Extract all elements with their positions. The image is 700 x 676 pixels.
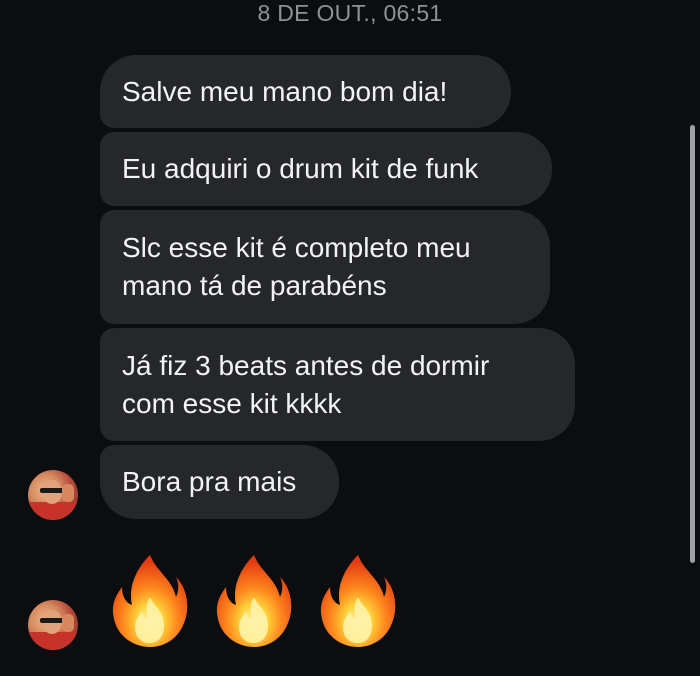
fire-icon bbox=[112, 555, 188, 647]
fire-icon bbox=[216, 555, 292, 647]
message-bubble[interactable]: Eu adquiri o drum kit de funk bbox=[100, 132, 552, 206]
message-text-line: com esse kit kkkk bbox=[122, 388, 342, 419]
message-bubble[interactable]: Slc esse kit é completo meu mano tá de p… bbox=[100, 210, 550, 324]
sender-avatar[interactable] bbox=[28, 470, 78, 520]
chat-thread: 8 DE OUT., 06:51 Salve meu mano bom dia!… bbox=[0, 0, 700, 676]
fire-icon bbox=[320, 555, 396, 647]
message-timestamp: 8 DE OUT., 06:51 bbox=[257, 0, 443, 26]
message-text: Salve meu mano bom dia! bbox=[122, 75, 448, 107]
message-text-line: Slc esse kit é completo meu bbox=[122, 232, 471, 263]
message-text: Bora pra mais bbox=[122, 466, 297, 497]
scrollbar[interactable] bbox=[690, 125, 695, 563]
message-bubble[interactable]: Salve meu mano bom dia! bbox=[100, 55, 511, 128]
message-text: Eu adquiri o drum kit de funk bbox=[122, 153, 479, 184]
message-bubble[interactable]: Já fiz 3 beats antes de dormir com esse … bbox=[100, 328, 575, 441]
message-bubble[interactable]: Bora pra mais bbox=[100, 445, 339, 519]
sender-avatar[interactable] bbox=[28, 600, 78, 650]
message-text-line: Já fiz 3 beats antes de dormir bbox=[122, 350, 490, 381]
message-text-line: mano tá de parabéns bbox=[122, 270, 387, 301]
